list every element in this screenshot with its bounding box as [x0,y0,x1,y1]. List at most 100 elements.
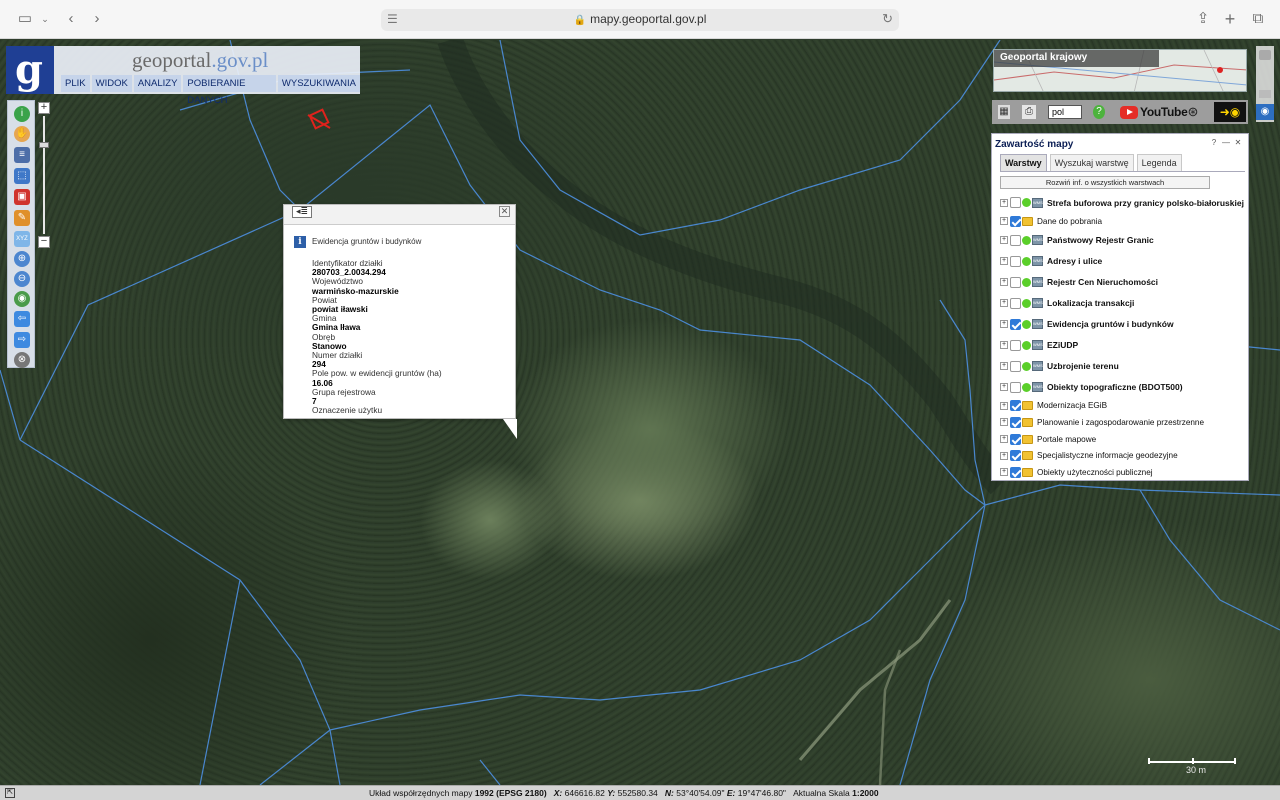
expand-icon[interactable]: + [1000,299,1008,308]
layer-checkbox[interactable] [1010,234,1021,246]
tabs-overview-icon[interactable]: ⧉ [1247,9,1269,29]
popup-title: Ewidencja gruntów i budynków [312,237,422,246]
help-icon[interactable]: ? [1093,105,1105,119]
layer-checkbox[interactable] [1010,276,1021,288]
expand-icon[interactable]: + [1000,217,1008,226]
expand-icon[interactable]: + [1000,383,1008,392]
menu-widok[interactable]: WIDOK [91,75,132,92]
geoportal-logo[interactable]: g [6,46,54,94]
overview-map[interactable]: Geoportal krajowy [993,49,1247,92]
layer-row[interactable]: + Portale mapowe [1000,431,1248,448]
address-bar[interactable]: ☰ 🔒 mapy.geoportal.gov.pl ↻ [381,9,899,31]
pan-hand-icon[interactable]: ✋ [14,126,30,142]
print-icon[interactable]: ⎙ [1022,105,1036,119]
chevron-down-icon[interactable]: ⌄ [34,9,56,29]
layer-checkbox[interactable] [1010,215,1021,227]
tab-wyszukaj-warstwe[interactable]: Wyszukaj warstwę [1049,154,1134,171]
layer-checkbox[interactable] [1010,450,1021,462]
zoom-plus-button[interactable]: + [38,102,50,114]
xyz-coordinates-icon[interactable]: XYZ [14,231,30,247]
layer-row[interactable]: + Dane do pobrania [1000,213,1248,230]
contrast-eye-icon[interactable]: ➜◉ [1214,102,1246,122]
layer-checkbox[interactable] [1010,297,1021,309]
layer-row[interactable]: + Obiekty użyteczności publicznej [1000,464,1248,481]
back-arrow-icon[interactable]: ‹ [60,9,82,29]
expand-icon[interactable]: + [1000,468,1008,477]
expand-icon[interactable]: + [1000,362,1008,371]
globe-icon[interactable]: ◉ [14,291,30,307]
menu-plik[interactable]: PLIK [61,75,90,92]
zoom-slider[interactable]: + − [38,102,50,248]
layer-checkbox[interactable] [1010,400,1021,412]
next-view-icon[interactable]: ⇨ [14,332,30,348]
zoom-minus-button[interactable]: − [38,236,50,248]
layer-checkbox[interactable] [1010,433,1021,445]
previous-view-icon[interactable]: ⇦ [14,311,30,327]
reload-icon[interactable]: ↻ [882,11,893,27]
layer-checkbox[interactable] [1010,466,1021,478]
forward-arrow-icon[interactable]: › [86,9,108,29]
layer-checkbox[interactable] [1010,381,1021,393]
language-select[interactable]: pol [1048,105,1082,119]
layer-row[interactable]: + WMS Obiekty topograficzne (BDOT500) [1000,377,1248,398]
expand-icon[interactable]: + [1000,278,1008,287]
layer-row[interactable]: + WMS Uzbrojenie terenu [1000,356,1248,377]
select-area-icon[interactable]: ⬚ [14,168,30,184]
properties-icon[interactable]: ≡ [14,147,30,163]
expand-icon[interactable]: + [1000,236,1008,245]
layer-row[interactable]: + WMS Adresy i ulice [1000,251,1248,272]
info-icon[interactable]: i [14,106,30,122]
layer-checkbox[interactable] [1010,255,1021,267]
eye-icon[interactable]: ◉ [1256,104,1274,120]
close-circle-icon[interactable]: ⊗ [14,352,30,368]
layer-checkbox[interactable] [1010,197,1021,208]
expand-icon[interactable]: + [1000,435,1008,444]
expand-icon[interactable]: + [1000,320,1008,329]
tab-warstwy[interactable]: Warstwy [1000,154,1047,171]
expand-icon[interactable]: + [1000,401,1008,410]
accessibility-icon[interactable]: ⊛ [1186,105,1200,119]
layer-row[interactable]: + Modernizacja EGiB [1000,398,1248,415]
grid-icon[interactable]: ▦ [998,105,1010,119]
layer-checkbox[interactable] [1010,360,1021,372]
expand-icon[interactable]: + [1000,341,1008,350]
zoom-knob[interactable] [39,142,49,148]
sidebar-toggle-icon[interactable]: ▭ [14,9,36,29]
layer-checkbox[interactable] [1010,416,1021,428]
minimize-icon[interactable]: — [1221,138,1231,148]
layer-row[interactable]: + WMS Lokalizacja transakcji [1000,293,1248,314]
layer-checkbox[interactable] [1010,318,1021,330]
zoom-in-icon[interactable]: ⊕ [14,251,30,267]
clear-selection-icon[interactable]: ▣ [14,189,30,205]
layer-row[interactable]: + WMS Rejestr Cen Nieruchomości [1000,272,1248,293]
expand-all-layers-button[interactable]: Rozwiń inf. o wszystkich warstwach [1000,176,1210,189]
popup-menu-icon[interactable]: ◂≣ [292,206,312,218]
expand-icon[interactable]: + [1000,418,1008,427]
menu-wyszukiwania[interactable]: WYSZUKIWANIA [277,75,360,92]
layer-row[interactable]: + WMS EZiUDP [1000,335,1248,356]
layer-toggle-icon[interactable] [1259,90,1271,98]
menu-pobieranie-danych[interactable]: POBIERANIE DANYCH [183,75,276,106]
expand-icon[interactable]: + [1000,451,1008,460]
expand-icon[interactable]: + [1000,198,1008,207]
pencil-icon[interactable]: ✎ [14,210,30,226]
settings-icon[interactable] [1259,50,1271,60]
share-icon[interactable]: ⇪ [1192,9,1214,29]
expand-icon[interactable]: + [1000,257,1008,266]
menu-analizy[interactable]: ANALIZY [133,75,182,92]
resize-icon[interactable]: ⇱ [5,788,15,798]
zoom-out-icon[interactable]: ⊖ [14,271,30,287]
layer-row[interactable]: + Planowanie i zagospodarowanie przestrze… [1000,414,1248,431]
help-icon[interactable]: ? [1209,138,1219,148]
layer-row[interactable]: + WMS Ewidencja gruntów i budynków [1000,314,1248,335]
close-icon[interactable]: ✕ [499,206,510,217]
youtube-link[interactable]: YouTube [1120,104,1188,120]
layer-row[interactable]: + Specjalistyczne informacje geodezyjne [1000,447,1248,464]
close-icon[interactable]: ✕ [1233,138,1243,148]
layer-checkbox[interactable] [1010,339,1021,351]
layer-row[interactable]: + WMS Państwowy Rejestr Granic [1000,230,1248,251]
layer-row[interactable]: + WMS Strefa buforowa przy granicy polsko-… [1000,192,1248,213]
new-tab-icon[interactable]: + [1219,9,1241,29]
tab-legenda[interactable]: Legenda [1136,154,1182,171]
zoom-track[interactable] [43,116,45,234]
